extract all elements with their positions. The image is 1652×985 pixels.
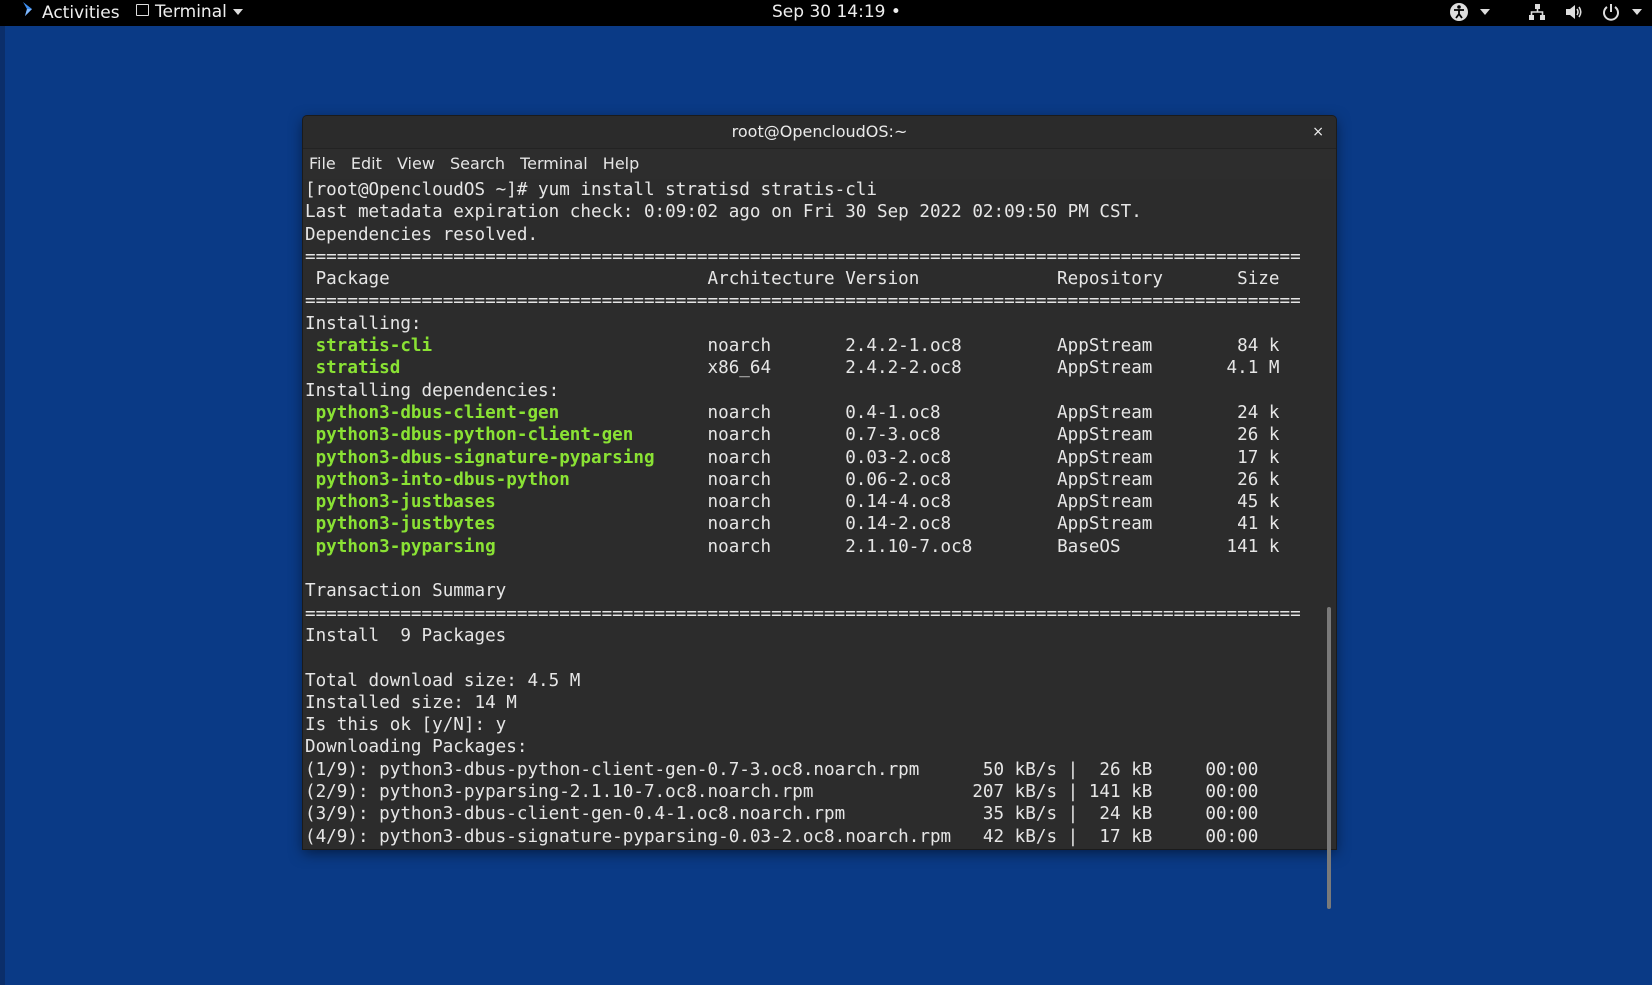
- terminal-line: Transaction Summary: [305, 581, 507, 602]
- notification-dot: •: [890, 2, 901, 22]
- terminal-output[interactable]: [root@OpencloudOS ~]# yum install strati…: [303, 179, 1326, 849]
- package-name: python3-into-dbus-python: [305, 469, 570, 490]
- terminal-line: Package Architecture Version Repository …: [305, 269, 1280, 290]
- terminal-line: python3-dbus-python-client-gen noarch 0.…: [305, 424, 1326, 446]
- accessibility-icon[interactable]: [1449, 2, 1474, 22]
- terminal-line: python3-justbytes noarch 0.14-2.oc8 AppS…: [305, 513, 1326, 535]
- window-title: root@OpencloudOS:~: [731, 122, 908, 141]
- menu-edit[interactable]: Edit: [351, 154, 382, 173]
- menu-view[interactable]: View: [397, 154, 435, 173]
- volume-icon[interactable]: [1564, 2, 1589, 22]
- terminal-line: (4/9): python3-dbus-signature-pyparsing-…: [305, 826, 1259, 847]
- terminal-window-icon: [136, 4, 149, 16]
- opencloudos-logo-icon: [20, 0, 36, 26]
- chevron-down-icon: [1632, 9, 1642, 15]
- terminal-line: python3-justbases noarch 0.14-4.oc8 AppS…: [305, 491, 1326, 513]
- package-details: noarch 2.1.10-7.oc8 BaseOS 141 k: [495, 536, 1280, 557]
- terminal-line: python3-dbus-client-gen noarch 0.4-1.oc8…: [305, 402, 1326, 424]
- terminal-line: stratisd x86_64 2.4.2-2.oc8 AppStream 4.…: [305, 357, 1326, 379]
- terminal-line: Last metadata expiration check: 0:09:02 …: [305, 202, 1142, 223]
- terminal-line: Installed size: 14 M: [305, 692, 517, 713]
- menu-search[interactable]: Search: [450, 154, 505, 173]
- terminal-line: ========================================…: [305, 291, 1301, 312]
- power-icon[interactable]: [1601, 2, 1626, 22]
- terminal-line: (2/9): python3-pyparsing-2.1.10-7.oc8.no…: [305, 782, 1259, 803]
- menu-file[interactable]: File: [309, 154, 336, 173]
- package-name: python3-dbus-python-client-gen: [305, 425, 634, 446]
- system-status-area[interactable]: [1449, 0, 1642, 26]
- package-name: python3-dbus-signature-pyparsing: [305, 447, 655, 468]
- menu-bar: File Edit View Search Terminal Help: [303, 149, 1336, 179]
- package-details: noarch 0.14-2.oc8 AppStream 41 k: [495, 514, 1280, 535]
- terminal-line: Install 9 Packages: [305, 625, 507, 646]
- terminal-line: (3/9): python3-dbus-client-gen-0.4-1.oc8…: [305, 804, 1259, 825]
- package-name: stratisd: [305, 358, 401, 379]
- package-details: x86_64 2.4.2-2.oc8 AppStream 4.1 M: [400, 358, 1280, 379]
- scrollbar-thumb[interactable]: [1327, 607, 1331, 909]
- terminal-line: [root@OpencloudOS ~]# yum install strati…: [305, 180, 877, 200]
- activities-label: Activities: [42, 3, 120, 23]
- terminal-line: python3-into-dbus-python noarch 0.06-2.o…: [305, 469, 1326, 491]
- terminal-line: Installing dependencies:: [305, 380, 560, 401]
- terminal-line: (1/9): python3-dbus-python-client-gen-0.…: [305, 759, 1259, 780]
- package-name: python3-justbytes: [305, 514, 496, 535]
- terminal-line: Is this ok [y/N]: y: [305, 715, 507, 736]
- terminal-line: ========================================…: [305, 246, 1301, 267]
- terminal-line: Installing:: [305, 313, 422, 334]
- chevron-down-icon: [232, 9, 243, 15]
- package-details: noarch 0.14-4.oc8 AppStream 45 k: [495, 492, 1280, 513]
- clock-button[interactable]: Sep 30 14:19 •: [772, 0, 901, 26]
- terminal-line: stratis-cli noarch 2.4.2-1.oc8 AppStream…: [305, 335, 1326, 357]
- package-details: noarch 0.7-3.oc8 AppStream 26 k: [633, 425, 1280, 446]
- terminal-line: python3-pyparsing noarch 2.1.10-7.oc8 Ba…: [305, 536, 1326, 558]
- terminal-line: ========================================…: [305, 603, 1301, 624]
- app-name-label: Terminal: [155, 2, 227, 22]
- close-button[interactable]: ×: [1312, 116, 1324, 148]
- menu-terminal[interactable]: Terminal: [520, 154, 588, 173]
- terminal-line: python3-dbus-signature-pyparsing noarch …: [305, 447, 1326, 469]
- window-titlebar[interactable]: root@OpencloudOS:~ ×: [303, 116, 1336, 149]
- terminal-line: Total download size: 4.5 M: [305, 670, 581, 691]
- chevron-down-icon: [1480, 9, 1491, 15]
- activities-button[interactable]: Activities: [20, 0, 120, 26]
- top-bar: Activities Terminal Sep 30 14:19 •: [0, 0, 1652, 26]
- menu-help[interactable]: Help: [603, 154, 639, 173]
- app-menu-button[interactable]: Terminal: [136, 0, 243, 26]
- package-name: python3-pyparsing: [305, 536, 496, 557]
- terminal-window[interactable]: root@OpencloudOS:~ × File Edit View Sear…: [303, 116, 1336, 909]
- package-details: noarch 0.03-2.oc8 AppStream 17 k: [654, 447, 1280, 468]
- terminal-line: Dependencies resolved.: [305, 224, 539, 245]
- package-name: stratis-cli: [305, 336, 433, 357]
- network-wired-icon[interactable]: [1527, 2, 1552, 22]
- package-name: python3-dbus-client-gen: [305, 402, 560, 423]
- terminal-line: Downloading Packages:: [305, 737, 528, 758]
- desktop-edge: [0, 26, 5, 985]
- package-name: python3-justbases: [305, 492, 496, 513]
- package-details: noarch 0.4-1.oc8 AppStream 24 k: [559, 402, 1280, 423]
- terminal-scrollbar[interactable]: [1324, 179, 1334, 909]
- clock-label: Sep 30 14:19: [772, 2, 886, 22]
- package-details: noarch 0.06-2.oc8 AppStream 26 k: [569, 469, 1280, 490]
- package-details: noarch 2.4.2-1.oc8 AppStream 84 k: [432, 336, 1280, 357]
